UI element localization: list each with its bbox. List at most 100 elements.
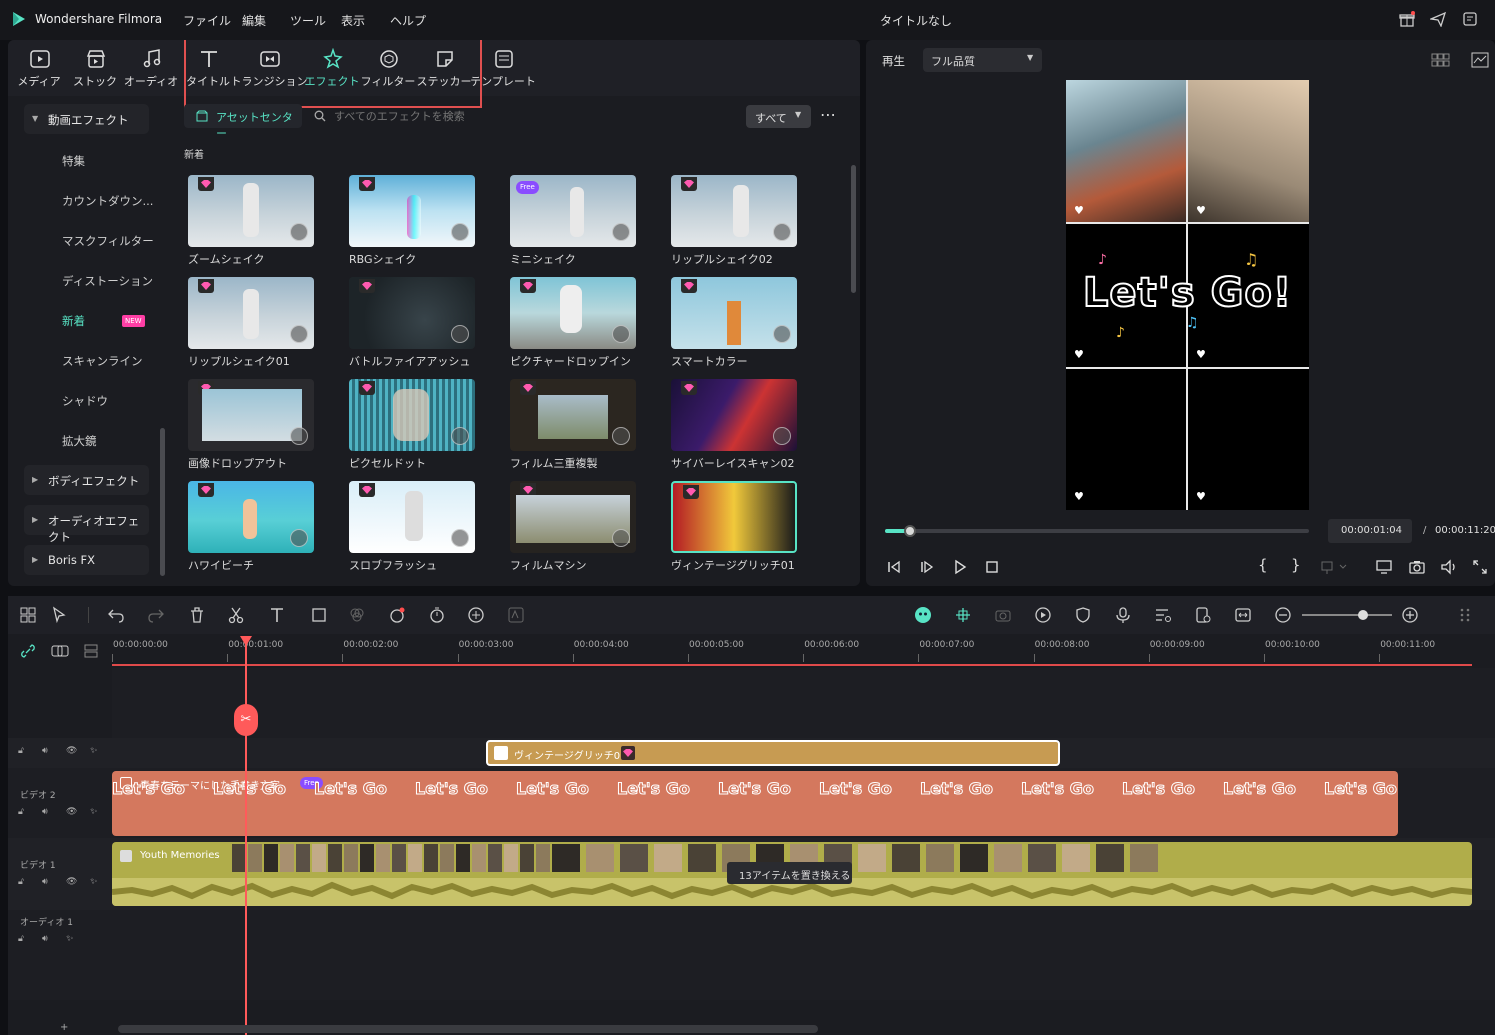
- stop-icon[interactable]: [984, 559, 1000, 575]
- category-item-featured[interactable]: 特集: [62, 153, 85, 169]
- category-boris-fx[interactable]: ▶ Boris FX: [24, 545, 149, 575]
- fullscreen-icon[interactable]: [1472, 559, 1488, 575]
- insert-options-icon[interactable]: [1320, 559, 1350, 575]
- download-icon[interactable]: [451, 529, 469, 547]
- effect-card[interactable]: [671, 379, 797, 451]
- menu-view[interactable]: 表示: [341, 12, 365, 29]
- effect-card[interactable]: [671, 175, 797, 247]
- shield-icon[interactable]: [1074, 606, 1092, 624]
- add-track-icon[interactable]: +: [60, 1022, 68, 1033]
- menu-edit[interactable]: 編集: [242, 12, 266, 29]
- select-tool-icon[interactable]: [51, 606, 69, 624]
- download-icon[interactable]: [290, 427, 308, 445]
- speaker-icon[interactable]: 🔊︎: [42, 746, 54, 758]
- effect-card[interactable]: [188, 481, 314, 553]
- timeline-horizontal-scrollbar[interactable]: [118, 1025, 818, 1033]
- speaker-icon[interactable]: 🔊︎: [42, 877, 54, 889]
- more-grid-icon[interactable]: [1457, 606, 1475, 624]
- speech-to-text-icon[interactable]: [467, 606, 485, 624]
- zoom-out-icon[interactable]: [1274, 606, 1292, 624]
- preview-canvas[interactable]: Let's Go! ♪ ♫ ♪ ♫ ♥ ♥ ♥ ♥ ♥ ♥: [1066, 80, 1309, 510]
- effect-card[interactable]: [510, 481, 636, 553]
- category-item-distortion[interactable]: ディストーション: [62, 273, 153, 289]
- undo-icon[interactable]: [107, 606, 125, 624]
- category-filter-select[interactable]: すべて ▼: [746, 105, 811, 128]
- lock-icon[interactable]: 🔓︎: [18, 877, 30, 889]
- ai-speed-icon[interactable]: [388, 606, 406, 624]
- ai-mate-icon[interactable]: [914, 606, 932, 624]
- download-icon[interactable]: [290, 529, 308, 547]
- scissors-icon[interactable]: [227, 606, 245, 624]
- eye-icon[interactable]: 👁︎: [66, 877, 78, 889]
- effect-card[interactable]: [188, 379, 314, 451]
- download-icon[interactable]: [612, 325, 630, 343]
- download-icon[interactable]: [290, 223, 308, 241]
- download-icon[interactable]: [451, 223, 469, 241]
- effects-scrollbar[interactable]: [851, 165, 856, 293]
- waveform-icon[interactable]: [1471, 52, 1489, 68]
- effect-card[interactable]: Free: [510, 175, 636, 247]
- download-icon[interactable]: [612, 427, 630, 445]
- magic-wand-icon[interactable]: ✨︎: [90, 877, 102, 889]
- redo-icon[interactable]: [147, 606, 165, 624]
- color-icon[interactable]: [348, 606, 366, 624]
- effect-clip[interactable]: ヴィンテージグリッチ01: [486, 740, 1060, 766]
- mark-in-icon[interactable]: {: [1258, 556, 1268, 574]
- gift-icon[interactable]: [1399, 11, 1415, 27]
- eye-icon[interactable]: 👁︎: [66, 807, 78, 819]
- render-icon[interactable]: [994, 606, 1012, 624]
- timer-icon[interactable]: [428, 606, 446, 624]
- snap-icon[interactable]: [954, 606, 972, 624]
- lock-icon[interactable]: 🔓︎: [18, 934, 30, 946]
- lock-icon[interactable]: 🔓︎: [18, 807, 30, 819]
- auto-reframe-icon[interactable]: [1194, 606, 1212, 624]
- menu-help[interactable]: ヘルプ: [390, 12, 426, 29]
- volume-icon[interactable]: [1440, 559, 1458, 575]
- effect-card[interactable]: [349, 175, 475, 247]
- category-item-magnifier[interactable]: 拡大鏡: [62, 433, 97, 449]
- category-item-countdown[interactable]: カウントダウン...: [62, 193, 153, 209]
- quality-select[interactable]: フル品質 ▼: [923, 48, 1042, 72]
- translate-icon[interactable]: [507, 606, 525, 624]
- lock-icon[interactable]: 🔓︎: [18, 746, 30, 758]
- download-icon[interactable]: [773, 427, 791, 445]
- effect-card[interactable]: [188, 175, 314, 247]
- download-icon[interactable]: [451, 427, 469, 445]
- playhead[interactable]: [245, 636, 247, 1035]
- playback-scrubber[interactable]: [904, 525, 917, 537]
- add-icon[interactable]: [612, 223, 630, 241]
- effect-card[interactable]: [510, 379, 636, 451]
- menu-file[interactable]: ファイル: [183, 12, 231, 29]
- eye-icon[interactable]: 👁︎: [66, 746, 78, 758]
- sidebar-scrollbar[interactable]: [160, 428, 165, 576]
- project-settings-icon[interactable]: [1462, 11, 1478, 27]
- playback-speed-icon[interactable]: [1034, 606, 1052, 624]
- play-icon[interactable]: [952, 559, 968, 575]
- microphone-icon[interactable]: [1114, 606, 1132, 624]
- snapshot-camera-icon[interactable]: [1408, 559, 1426, 575]
- magic-wand-icon[interactable]: ✨︎: [90, 746, 102, 758]
- playback-progress-track[interactable]: [885, 525, 1309, 537]
- asset-center-button[interactable]: アセットセンター: [184, 104, 302, 140]
- effect-card[interactable]: [671, 277, 797, 349]
- track-manager-icon[interactable]: [83, 643, 99, 659]
- speaker-icon[interactable]: 🔊︎: [42, 934, 54, 946]
- effect-card-selected[interactable]: [671, 481, 797, 553]
- mark-out-icon[interactable]: }: [1291, 556, 1301, 574]
- tab-template[interactable]: テンプレート: [470, 40, 536, 96]
- display-icon[interactable]: [1375, 559, 1393, 575]
- magic-wand-icon[interactable]: ✨︎: [66, 934, 78, 946]
- title-clip[interactable]: 青春をテーマにした手書き文字 Free Let's Go Let's Go Let'…: [112, 771, 1398, 836]
- timeline-ruler[interactable]: 00:00:00:00 00:00:01:00 00:00:02:00 00:00:0…: [112, 634, 1495, 666]
- send-icon[interactable]: [1430, 11, 1446, 27]
- download-icon[interactable]: [451, 325, 469, 343]
- effect-card[interactable]: [349, 481, 475, 553]
- zoom-in-icon[interactable]: [1401, 606, 1419, 624]
- work-area-bar[interactable]: [112, 664, 1472, 666]
- current-time-field[interactable]: 00:00:01:04: [1328, 519, 1412, 543]
- effect-card[interactable]: [349, 379, 475, 451]
- download-icon[interactable]: [773, 325, 791, 343]
- group-icon[interactable]: [51, 643, 69, 659]
- category-audio-effects[interactable]: ▶ オーディオエフェクト: [24, 505, 149, 544]
- category-item-scanline[interactable]: スキャンライン: [62, 353, 143, 369]
